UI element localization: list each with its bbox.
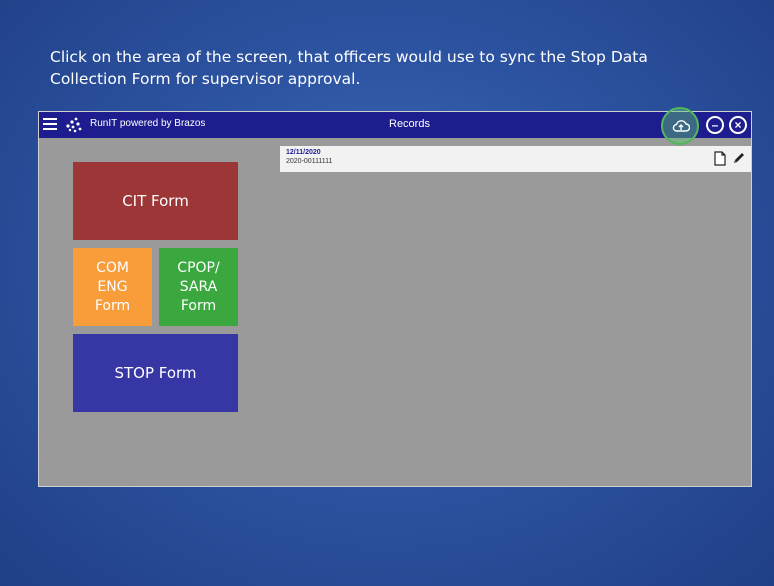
instruction-line-2: Collection Form for supervisor approval. bbox=[50, 70, 361, 88]
brazos-logo-icon bbox=[66, 117, 82, 133]
cpop-sara-label-line: Form bbox=[180, 297, 217, 314]
cit-form-tile[interactable]: CIT Form bbox=[73, 162, 238, 240]
stop-form-tile[interactable]: STOP Form bbox=[73, 334, 238, 412]
window-title: Records bbox=[389, 118, 430, 130]
menu-icon[interactable] bbox=[43, 118, 57, 132]
com-eng-label-line: ENG bbox=[97, 278, 128, 295]
com-eng-form-tile[interactable]: COM ENG Form bbox=[73, 248, 152, 326]
close-circle-icon[interactable]: × bbox=[729, 116, 747, 134]
stop-form-label: STOP Form bbox=[114, 364, 197, 382]
record-date: 12/11/2020 bbox=[286, 149, 321, 156]
edit-pencil-icon[interactable] bbox=[732, 151, 746, 165]
app-name: RunIT powered by Brazos bbox=[90, 118, 206, 129]
minus-circle-icon[interactable]: – bbox=[706, 116, 724, 134]
record-row[interactable]: 12/11/2020 2020-00111111 bbox=[280, 146, 751, 172]
title-bar: RunIT powered by Brazos Records – × bbox=[39, 107, 751, 145]
cpop-sara-form-tile[interactable]: CPOP/ SARA Form bbox=[159, 248, 238, 326]
document-icon[interactable] bbox=[713, 151, 727, 166]
sync-button[interactable] bbox=[661, 107, 699, 145]
cpop-sara-label-line: SARA bbox=[179, 278, 218, 295]
com-eng-label-line: COM bbox=[96, 259, 129, 276]
instruction-text: Click on the area of the screen, that of… bbox=[50, 46, 710, 90]
cit-form-label: CIT Form bbox=[122, 192, 189, 210]
app-window: RunIT powered by Brazos Records – × CIT … bbox=[38, 107, 752, 487]
record-id: 2020-00111111 bbox=[286, 158, 333, 165]
com-eng-label-line: Form bbox=[94, 297, 131, 314]
cpop-sara-label-line: CPOP/ bbox=[177, 259, 220, 276]
cloud-upload-icon bbox=[672, 120, 690, 132]
instruction-line-1: Click on the area of the screen, that of… bbox=[50, 48, 648, 66]
